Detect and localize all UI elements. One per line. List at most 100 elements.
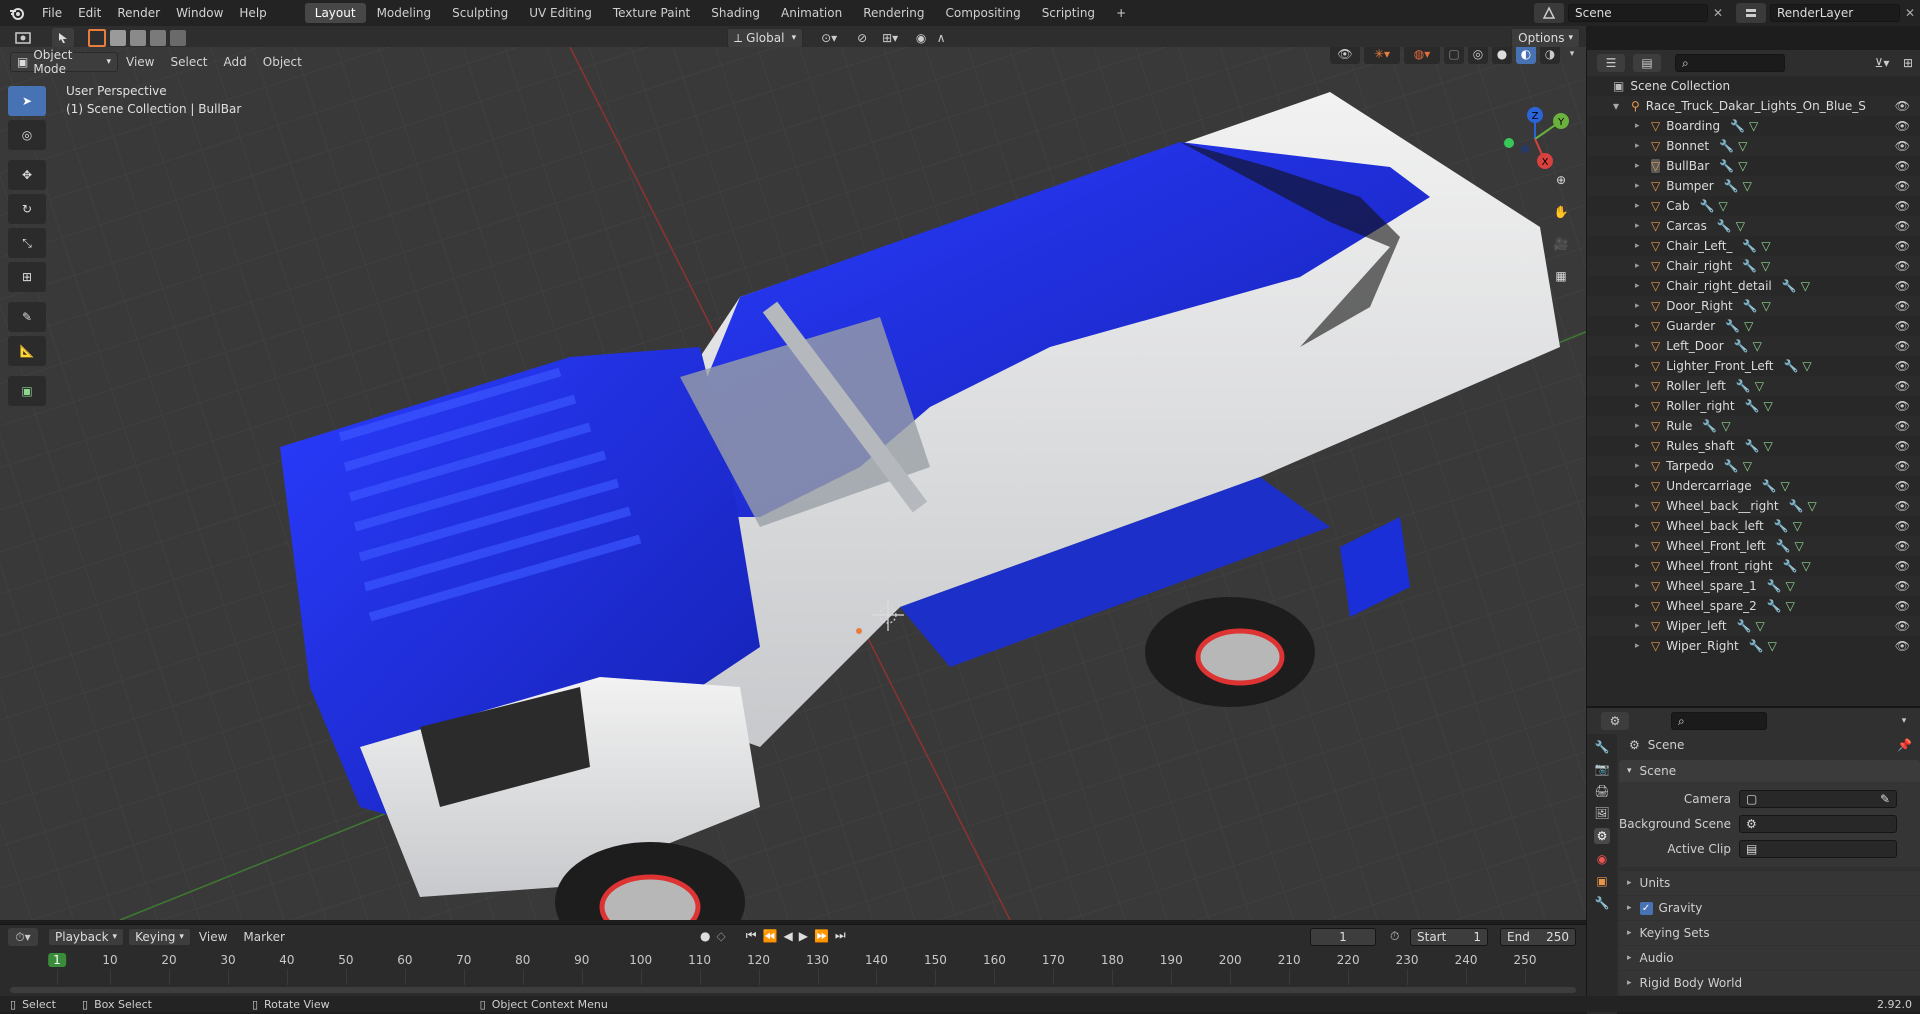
properties-section[interactable]: ▸ Keying Sets <box>1619 921 1920 945</box>
expand-arrow-icon[interactable]: ▸ <box>1635 361 1647 371</box>
expand-arrow-icon[interactable]: ▸ <box>1635 181 1647 191</box>
tab-scripting[interactable]: Scripting <box>1032 3 1105 23</box>
chevron-down-icon[interactable]: ▾ <box>1894 716 1914 726</box>
outliner-item[interactable]: ▸ ▽ Boarding 🔧 ▽ 👁 <box>1587 116 1920 136</box>
camera-view-icon[interactable]: 🎥 <box>1550 233 1572 255</box>
properties-section[interactable]: ▸ ✓ Gravity <box>1619 896 1920 920</box>
eye-icon[interactable]: 👁 <box>1895 299 1910 313</box>
outliner-item[interactable]: ▸ ▽ Wheel_back__right 🔧 ▽ 👁 <box>1587 496 1920 516</box>
scene-selector[interactable]: Scene <box>1568 4 1708 22</box>
pan-hand-icon[interactable]: ✋ <box>1550 201 1572 223</box>
eye-icon[interactable]: 👁 <box>1895 599 1910 613</box>
new-collection-icon[interactable]: ⊞ <box>1896 54 1920 72</box>
select-box-tool[interactable]: ➤ <box>8 86 46 116</box>
blender-logo-icon[interactable] <box>0 0 34 26</box>
outliner-item[interactable]: ▸ ▽ Roller_right 🔧 ▽ 👁 <box>1587 396 1920 416</box>
parent-object-row[interactable]: ▾ ⚲ Race_Truck_Dakar_Lights_On_Blue_Simp… <box>1587 96 1920 116</box>
expand-arrow-icon[interactable]: ▸ <box>1635 161 1647 171</box>
expand-arrow-icon[interactable]: ▸ <box>1635 461 1647 471</box>
scene-panel-header[interactable]: ▾ Scene <box>1619 760 1920 782</box>
expand-arrow-icon[interactable]: ▸ <box>1635 141 1647 151</box>
render-tab-icon[interactable]: 📷 <box>1595 762 1610 776</box>
eye-icon[interactable]: 👁 <box>1895 279 1910 293</box>
pin-icon[interactable]: 📌 <box>1897 738 1912 752</box>
expand-arrow-icon[interactable]: ▸ <box>1635 301 1647 311</box>
outliner-search-input[interactable]: ⌕ <box>1675 54 1785 72</box>
tab-modeling[interactable]: Modeling <box>367 3 442 23</box>
outliner-item[interactable]: ▸ ▽ Rules_shaft 🔧 ▽ 👁 <box>1587 436 1920 456</box>
object-tab-icon[interactable]: ▣ <box>1596 874 1607 888</box>
outliner-item[interactable]: ▸ ▽ Wheel_spare_2 🔧 ▽ 👁 <box>1587 596 1920 616</box>
transform-tool[interactable]: ⊞ <box>8 262 46 292</box>
snap-target-icon[interactable]: ⊞▾ <box>875 28 905 48</box>
eye-icon[interactable]: 👁 <box>1895 519 1910 533</box>
tab-layout[interactable]: Layout <box>304 3 366 23</box>
outliner-item[interactable]: ▸ ▽ Chair_right_detail 🔧 ▽ 👁 <box>1587 276 1920 296</box>
eye-icon[interactable]: 👁 <box>1895 499 1910 513</box>
expand-arrow-icon[interactable]: ▸ <box>1635 281 1647 291</box>
eye-icon[interactable]: 👁 <box>1895 179 1910 193</box>
ortho-grid-icon[interactable]: ▦ <box>1550 265 1572 287</box>
outliner-item[interactable]: ▸ ▽ Tarpedo 🔧 ▽ 👁 <box>1587 456 1920 476</box>
outliner-item[interactable]: ▸ ▽ Wheel_back_left 🔧 ▽ 👁 <box>1587 516 1920 536</box>
tab-rendering[interactable]: Rendering <box>853 3 934 23</box>
expand-arrow-icon[interactable]: ▸ <box>1635 481 1647 491</box>
tab-uv-editing[interactable]: UV Editing <box>519 3 602 23</box>
eye-icon[interactable]: 👁 <box>1895 219 1910 233</box>
active-clip-field[interactable]: ▤ <box>1739 839 1897 858</box>
filter-icon[interactable]: ⊻▾ <box>1868 54 1896 72</box>
eye-icon[interactable]: 👁 <box>1895 439 1910 453</box>
outliner-item[interactable]: ▸ ▽ Bonnet 🔧 ▽ 👁 <box>1587 136 1920 156</box>
select-tool-icon[interactable] <box>52 28 74 48</box>
properties-editor-icon[interactable]: ⚙ <box>1601 712 1629 730</box>
expand-arrow-icon[interactable]: ▸ <box>1635 521 1647 531</box>
eye-icon[interactable]: 👁 <box>1895 619 1910 633</box>
options-dropdown[interactable]: Options ▾ <box>1511 28 1580 48</box>
tab-animation[interactable]: Animation <box>771 3 852 23</box>
tab-sculpting[interactable]: Sculpting <box>442 3 518 23</box>
outliner-item[interactable]: ▸ ▽ Wheel_front_right 🔧 ▽ 👁 <box>1587 556 1920 576</box>
outliner-item[interactable]: ▸ ▽ Guarder 🔧 ▽ 👁 <box>1587 316 1920 336</box>
modifier-tab-icon[interactable]: 🔧 <box>1595 896 1610 910</box>
select-mode-invert-icon[interactable] <box>150 30 166 46</box>
mode-dropdown[interactable]: ▣ Object Mode ▾ <box>10 48 118 76</box>
eye-icon[interactable]: 👁 <box>1895 379 1910 393</box>
eye-icon[interactable]: 👁 <box>1895 319 1910 333</box>
select-mode-subtract-icon[interactable] <box>130 30 146 46</box>
menu-file[interactable]: File <box>34 0 70 26</box>
expand-arrow-icon[interactable]: ▸ <box>1635 421 1647 431</box>
timeline-scrollbar[interactable] <box>10 987 1576 993</box>
eye-icon[interactable]: 👁 <box>1895 239 1910 253</box>
navigation-gizmo[interactable]: Z Y X <box>1495 97 1575 177</box>
tab-texture-paint[interactable]: Texture Paint <box>603 3 700 23</box>
outliner-item[interactable]: ▸ ▽ Wiper_Right 🔧 ▽ 👁 <box>1587 636 1920 656</box>
camera-field[interactable]: ▢ ✎ <box>1739 789 1897 808</box>
pivot-icon[interactable]: ⊙▾ <box>811 28 847 48</box>
expand-arrow-icon[interactable]: ▸ <box>1635 601 1647 611</box>
eye-icon[interactable]: 👁 <box>1895 139 1910 153</box>
close-icon[interactable]: ✕ <box>1708 6 1728 20</box>
expand-arrow-icon[interactable]: ▸ <box>1635 201 1647 211</box>
menu-render[interactable]: Render <box>109 0 168 26</box>
add-workspace-button[interactable]: + <box>1106 3 1136 23</box>
expand-arrow-icon[interactable]: ▸ <box>1635 121 1647 131</box>
menu-help[interactable]: Help <box>231 0 274 26</box>
outliner-item[interactable]: ▸ ▽ Bumper 🔧 ▽ 👁 <box>1587 176 1920 196</box>
eye-icon[interactable]: 👁 <box>1895 639 1910 653</box>
3d-viewport[interactable]: User Perspective (1) Scene Collection | … <box>0 47 1586 920</box>
outliner-item[interactable]: ▸ ▽ Undercarriage 🔧 ▽ 👁 <box>1587 476 1920 496</box>
eye-icon[interactable]: 👁 <box>1895 539 1910 553</box>
properties-section[interactable]: ▸ Rigid Body World <box>1619 971 1920 995</box>
menu-view[interactable]: View <box>118 49 162 75</box>
scene-icon[interactable] <box>1534 3 1564 23</box>
display-mode-icon[interactable]: ▤ <box>1633 54 1661 72</box>
world-tab-icon[interactable]: ◉ <box>1597 852 1607 866</box>
close-icon[interactable]: ✕ <box>1900 6 1920 20</box>
editor-type-icon[interactable] <box>6 28 40 48</box>
tool-tab-icon[interactable]: 🔧 <box>1595 740 1610 754</box>
expand-arrow-icon[interactable]: ▸ <box>1635 621 1647 631</box>
rotate-tool[interactable]: ↻ <box>8 194 46 224</box>
expand-arrow-icon[interactable]: ▸ <box>1635 441 1647 451</box>
select-mode-intersect-icon[interactable] <box>170 30 186 46</box>
view-layer-tab-icon[interactable]: 🖼 <box>1594 806 1609 820</box>
